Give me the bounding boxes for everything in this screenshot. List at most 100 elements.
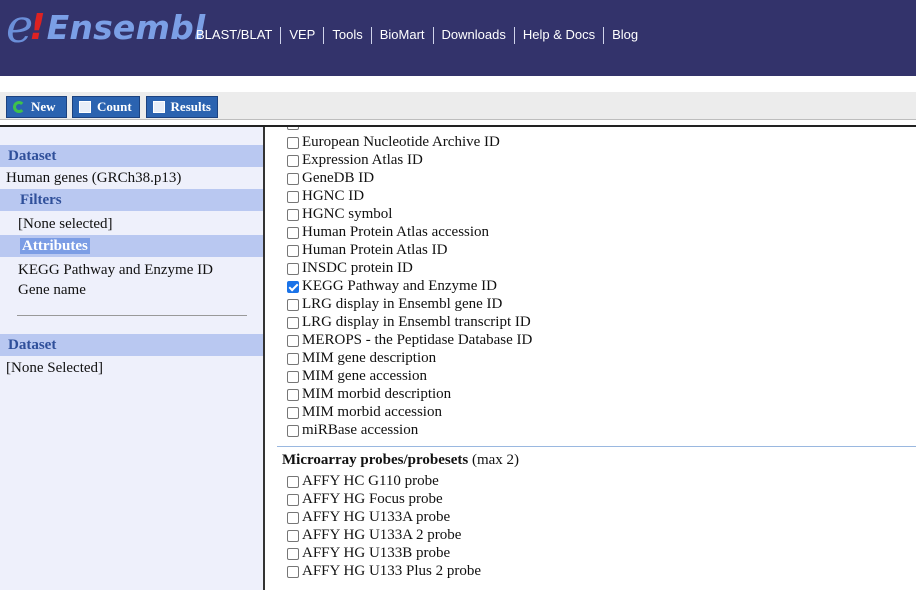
attribute-label: European Nucleotide Archive ID: [302, 133, 500, 150]
dataset2-value[interactable]: [None Selected]: [6, 358, 103, 378]
attribute-label: Expression Atlas ID: [302, 151, 423, 168]
nav-help-docs[interactable]: Help & Docs: [515, 26, 603, 44]
nav-blast-blat[interactable]: BLAST/BLAT: [188, 26, 280, 44]
table-icon: [153, 101, 165, 113]
attribute-row[interactable]: Expression Atlas ID: [287, 151, 423, 169]
count-button-label: Count: [97, 99, 132, 114]
attribute-label: AFFY HC G110 probe: [302, 472, 439, 489]
attribute-label: Human Protein Atlas ID: [302, 241, 448, 258]
attribute-label: LRG display in Ensembl gene ID: [302, 295, 503, 312]
attribute-label: HGNC symbol: [302, 205, 393, 222]
attribute-label: KEGG Pathway and Enzyme ID: [302, 277, 497, 294]
attribute-label: AFFY HG Focus probe: [302, 490, 443, 507]
top-nav: BLAST/BLAT VEP Tools BioMart Downloads H…: [188, 26, 646, 44]
attribute-label: AFFY HG U133A probe: [302, 508, 451, 525]
attribute-label: LRG display in Ensembl transcript ID: [302, 313, 531, 330]
checkbox[interactable]: [287, 227, 299, 239]
attribute-row[interactable]: AFFY HG U133 Plus 2 probe: [287, 562, 481, 580]
attribute-row[interactable]: GeneDB ID: [287, 169, 374, 187]
nav-blog[interactable]: Blog: [604, 26, 646, 44]
checkbox[interactable]: [287, 476, 299, 488]
dataset-value[interactable]: Human genes (GRCh38.p13): [6, 168, 181, 188]
nav-downloads[interactable]: Downloads: [434, 26, 514, 44]
checkbox[interactable]: [287, 335, 299, 347]
biomart-toolbar: New Count Results: [0, 92, 916, 120]
checkbox[interactable]: [287, 389, 299, 401]
checkbox[interactable]: [287, 155, 299, 167]
attribute-label: MIM gene accession: [302, 367, 427, 384]
results-button-label: Results: [170, 99, 211, 114]
attribute-label: miRBase accession: [302, 421, 419, 438]
dataset2-heading[interactable]: Dataset: [0, 334, 263, 356]
checkbox[interactable]: [287, 137, 299, 149]
calculator-icon: [79, 101, 91, 113]
checkbox[interactable]: [287, 494, 299, 506]
dataset-divider: [17, 315, 247, 316]
checkbox[interactable]: [287, 209, 299, 221]
new-button-label: New: [31, 99, 56, 114]
checkbox[interactable]: [287, 548, 299, 560]
checkbox[interactable]: [287, 530, 299, 542]
checkbox[interactable]: [287, 425, 299, 437]
new-button[interactable]: New: [6, 96, 67, 118]
checkbox[interactable]: [287, 317, 299, 329]
attribute-row[interactable]: AFFY HG Focus probe: [287, 490, 443, 508]
nav-biomart[interactable]: BioMart: [372, 26, 433, 44]
attribute-panel: European Nucleotide Archive ID Expressio…: [265, 127, 916, 590]
checkbox[interactable]: [287, 263, 299, 275]
checkbox[interactable]: [287, 299, 299, 311]
attribute-label: INSDC protein ID: [302, 259, 413, 276]
checkbox[interactable]: [287, 173, 299, 185]
attribute-label: MIM gene description: [302, 349, 437, 366]
refresh-icon: [13, 101, 25, 113]
attribute-row[interactable]: LRG display in Ensembl transcript ID: [287, 313, 531, 331]
ensembl-logo[interactable]: e ! Ensembl: [6, 3, 206, 49]
attribute-row[interactable]: KEGG Pathway and Enzyme ID: [287, 277, 497, 295]
count-button[interactable]: Count: [72, 96, 140, 118]
attribute-row[interactable]: Human Protein Atlas ID: [287, 241, 447, 259]
checkbox[interactable]: [287, 371, 299, 383]
summary-panel: Dataset Human genes (GRCh38.p13) Filters…: [0, 127, 264, 590]
microarray-group-title: Microarray probes/probesets (max 2): [282, 452, 519, 469]
attribute-label: Human Protein Atlas accession: [302, 223, 490, 240]
checkbox[interactable]: [287, 407, 299, 419]
attribute-row[interactable]: MIM morbid description: [287, 385, 451, 403]
nav-vep[interactable]: VEP: [281, 26, 323, 44]
attribute-row[interactable]: Human Protein Atlas accession: [287, 223, 489, 241]
checkbox-checked[interactable]: [287, 281, 299, 293]
attribute-label: MEROPS - the Peptidase Database ID: [302, 331, 533, 348]
attribute-row[interactable]: AFFY HC G110 probe: [287, 472, 439, 490]
checkbox[interactable]: [287, 353, 299, 365]
attributes-heading[interactable]: Attributes: [0, 235, 263, 257]
selected-attribute: KEGG Pathway and Enzyme ID: [18, 262, 213, 278]
attribute-row[interactable]: INSDC protein ID: [287, 259, 413, 277]
results-button[interactable]: Results: [146, 96, 218, 118]
attribute-row[interactable]: European Nucleotide Archive ID: [287, 133, 500, 151]
checkbox[interactable]: [287, 127, 299, 130]
attribute-row[interactable]: AFFY HG U133A 2 probe: [287, 526, 461, 544]
attribute-row[interactable]: MIM gene accession: [287, 367, 427, 385]
attribute-row[interactable]: MEROPS - the Peptidase Database ID: [287, 331, 532, 349]
nav-tools[interactable]: Tools: [324, 26, 370, 44]
checkbox[interactable]: [287, 512, 299, 524]
checkbox[interactable]: [287, 245, 299, 257]
masthead: e ! Ensembl BLAST/BLAT VEP Tools BioMart…: [0, 0, 916, 76]
dataset-heading[interactable]: Dataset: [0, 145, 263, 167]
checkbox[interactable]: [287, 191, 299, 203]
filters-heading[interactable]: Filters: [0, 189, 263, 211]
attribute-row[interactable]: HGNC symbol: [287, 205, 392, 223]
attribute-label: AFFY HG U133B probe: [302, 544, 451, 561]
attribute-row[interactable]: MIM gene description: [287, 349, 436, 367]
attribute-row[interactable]: LRG display in Ensembl gene ID: [287, 295, 502, 313]
checkbox[interactable]: [287, 566, 299, 578]
filters-value[interactable]: [None selected]: [18, 214, 113, 234]
logo-text: Ensembl: [46, 8, 206, 47]
attribute-row[interactable]: HGNC ID: [287, 187, 364, 205]
attribute-row[interactable]: MIM morbid accession: [287, 403, 442, 421]
attribute-row[interactable]: AFFY HG U133A probe: [287, 508, 450, 526]
partial-attribute-row[interactable]: [287, 127, 302, 130]
attribute-row[interactable]: AFFY HG U133B probe: [287, 544, 450, 562]
attribute-label: HGNC ID: [302, 187, 365, 204]
attribute-row[interactable]: miRBase accession: [287, 421, 418, 439]
group-separator: [277, 446, 916, 447]
